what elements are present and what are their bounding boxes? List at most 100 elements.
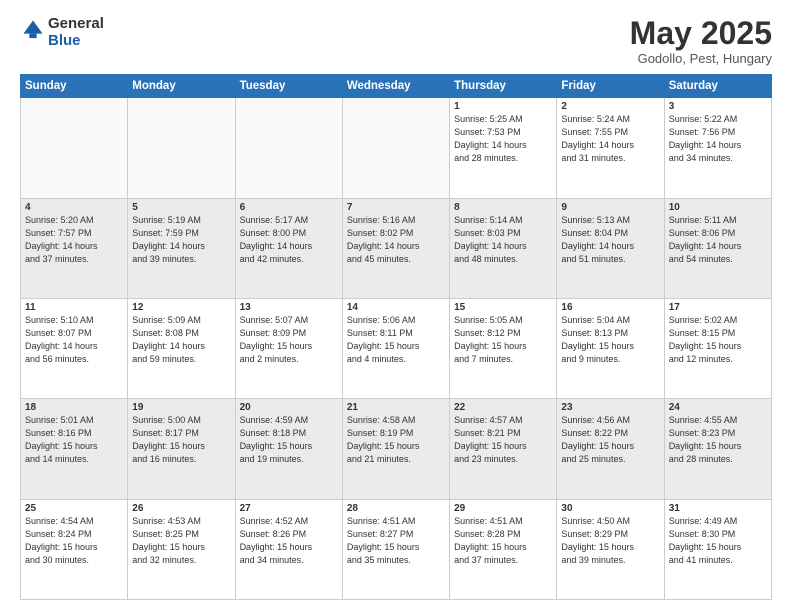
table-row: 26Sunrise: 4:53 AMSunset: 8:25 PMDayligh…	[128, 499, 235, 599]
day-number: 27	[240, 503, 338, 514]
day-number: 17	[669, 302, 767, 313]
table-row	[235, 98, 342, 198]
table-row	[342, 98, 449, 198]
day-info: Sunrise: 5:01 AMSunset: 8:16 PMDaylight:…	[25, 414, 123, 466]
day-info: Sunrise: 4:52 AMSunset: 8:26 PMDaylight:…	[240, 515, 338, 567]
day-info: Sunrise: 4:50 AMSunset: 8:29 PMDaylight:…	[561, 515, 659, 567]
day-number: 30	[561, 503, 659, 514]
title-block: May 2025 Godollo, Pest, Hungary	[630, 16, 772, 66]
table-row: 7Sunrise: 5:16 AMSunset: 8:02 PMDaylight…	[342, 198, 449, 298]
table-row: 13Sunrise: 5:07 AMSunset: 8:09 PMDayligh…	[235, 298, 342, 398]
day-number: 14	[347, 302, 445, 313]
day-number: 22	[454, 402, 552, 413]
calendar-week-row: 4Sunrise: 5:20 AMSunset: 7:57 PMDaylight…	[21, 198, 772, 298]
table-row: 18Sunrise: 5:01 AMSunset: 8:16 PMDayligh…	[21, 399, 128, 499]
day-info: Sunrise: 4:57 AMSunset: 8:21 PMDaylight:…	[454, 414, 552, 466]
table-row	[128, 98, 235, 198]
day-info: Sunrise: 4:49 AMSunset: 8:30 PMDaylight:…	[669, 515, 767, 567]
col-thursday: Thursday	[450, 75, 557, 98]
day-info: Sunrise: 5:13 AMSunset: 8:04 PMDaylight:…	[561, 214, 659, 266]
day-info: Sunrise: 4:53 AMSunset: 8:25 PMDaylight:…	[132, 515, 230, 567]
table-row: 12Sunrise: 5:09 AMSunset: 8:08 PMDayligh…	[128, 298, 235, 398]
day-info: Sunrise: 5:16 AMSunset: 8:02 PMDaylight:…	[347, 214, 445, 266]
table-row: 27Sunrise: 4:52 AMSunset: 8:26 PMDayligh…	[235, 499, 342, 599]
day-info: Sunrise: 5:10 AMSunset: 8:07 PMDaylight:…	[25, 314, 123, 366]
calendar-week-row: 25Sunrise: 4:54 AMSunset: 8:24 PMDayligh…	[21, 499, 772, 599]
table-row: 22Sunrise: 4:57 AMSunset: 8:21 PMDayligh…	[450, 399, 557, 499]
table-row: 20Sunrise: 4:59 AMSunset: 8:18 PMDayligh…	[235, 399, 342, 499]
day-number: 6	[240, 202, 338, 213]
table-row: 28Sunrise: 4:51 AMSunset: 8:27 PMDayligh…	[342, 499, 449, 599]
table-row: 8Sunrise: 5:14 AMSunset: 8:03 PMDaylight…	[450, 198, 557, 298]
table-row: 29Sunrise: 4:51 AMSunset: 8:28 PMDayligh…	[450, 499, 557, 599]
day-number: 13	[240, 302, 338, 313]
col-monday: Monday	[128, 75, 235, 98]
day-info: Sunrise: 5:22 AMSunset: 7:56 PMDaylight:…	[669, 113, 767, 165]
table-row: 15Sunrise: 5:05 AMSunset: 8:12 PMDayligh…	[450, 298, 557, 398]
day-info: Sunrise: 4:51 AMSunset: 8:28 PMDaylight:…	[454, 515, 552, 567]
table-row: 6Sunrise: 5:17 AMSunset: 8:00 PMDaylight…	[235, 198, 342, 298]
day-number: 11	[25, 302, 123, 313]
day-number: 8	[454, 202, 552, 213]
day-number: 9	[561, 202, 659, 213]
table-row: 16Sunrise: 5:04 AMSunset: 8:13 PMDayligh…	[557, 298, 664, 398]
logo-general-text: General	[48, 16, 104, 33]
header: General Blue May 2025 Godollo, Pest, Hun…	[20, 16, 772, 66]
logo-blue-text: Blue	[48, 33, 104, 50]
day-number: 3	[669, 101, 767, 112]
day-number: 18	[25, 402, 123, 413]
day-info: Sunrise: 5:25 AMSunset: 7:53 PMDaylight:…	[454, 113, 552, 165]
day-info: Sunrise: 4:58 AMSunset: 8:19 PMDaylight:…	[347, 414, 445, 466]
day-info: Sunrise: 5:14 AMSunset: 8:03 PMDaylight:…	[454, 214, 552, 266]
col-tuesday: Tuesday	[235, 75, 342, 98]
day-info: Sunrise: 4:51 AMSunset: 8:27 PMDaylight:…	[347, 515, 445, 567]
day-info: Sunrise: 4:56 AMSunset: 8:22 PMDaylight:…	[561, 414, 659, 466]
table-row: 31Sunrise: 4:49 AMSunset: 8:30 PMDayligh…	[664, 499, 771, 599]
day-info: Sunrise: 5:19 AMSunset: 7:59 PMDaylight:…	[132, 214, 230, 266]
day-number: 31	[669, 503, 767, 514]
table-row: 21Sunrise: 4:58 AMSunset: 8:19 PMDayligh…	[342, 399, 449, 499]
day-info: Sunrise: 5:09 AMSunset: 8:08 PMDaylight:…	[132, 314, 230, 366]
table-row: 5Sunrise: 5:19 AMSunset: 7:59 PMDaylight…	[128, 198, 235, 298]
day-info: Sunrise: 5:24 AMSunset: 7:55 PMDaylight:…	[561, 113, 659, 165]
table-row: 17Sunrise: 5:02 AMSunset: 8:15 PMDayligh…	[664, 298, 771, 398]
calendar-header-row: Sunday Monday Tuesday Wednesday Thursday…	[21, 75, 772, 98]
day-info: Sunrise: 5:00 AMSunset: 8:17 PMDaylight:…	[132, 414, 230, 466]
table-row: 19Sunrise: 5:00 AMSunset: 8:17 PMDayligh…	[128, 399, 235, 499]
table-row: 10Sunrise: 5:11 AMSunset: 8:06 PMDayligh…	[664, 198, 771, 298]
day-number: 20	[240, 402, 338, 413]
table-row: 30Sunrise: 4:50 AMSunset: 8:29 PMDayligh…	[557, 499, 664, 599]
table-row: 3Sunrise: 5:22 AMSunset: 7:56 PMDaylight…	[664, 98, 771, 198]
day-info: Sunrise: 5:11 AMSunset: 8:06 PMDaylight:…	[669, 214, 767, 266]
day-number: 28	[347, 503, 445, 514]
day-info: Sunrise: 5:04 AMSunset: 8:13 PMDaylight:…	[561, 314, 659, 366]
title-month: May 2025	[630, 16, 772, 51]
table-row	[21, 98, 128, 198]
day-info: Sunrise: 5:20 AMSunset: 7:57 PMDaylight:…	[25, 214, 123, 266]
calendar-week-row: 11Sunrise: 5:10 AMSunset: 8:07 PMDayligh…	[21, 298, 772, 398]
day-info: Sunrise: 5:06 AMSunset: 8:11 PMDaylight:…	[347, 314, 445, 366]
col-saturday: Saturday	[664, 75, 771, 98]
day-info: Sunrise: 5:05 AMSunset: 8:12 PMDaylight:…	[454, 314, 552, 366]
table-row: 1Sunrise: 5:25 AMSunset: 7:53 PMDaylight…	[450, 98, 557, 198]
day-number: 2	[561, 101, 659, 112]
day-number: 7	[347, 202, 445, 213]
calendar-week-row: 18Sunrise: 5:01 AMSunset: 8:16 PMDayligh…	[21, 399, 772, 499]
table-row: 14Sunrise: 5:06 AMSunset: 8:11 PMDayligh…	[342, 298, 449, 398]
day-number: 4	[25, 202, 123, 213]
day-number: 23	[561, 402, 659, 413]
day-number: 25	[25, 503, 123, 514]
table-row: 23Sunrise: 4:56 AMSunset: 8:22 PMDayligh…	[557, 399, 664, 499]
col-sunday: Sunday	[21, 75, 128, 98]
day-info: Sunrise: 5:17 AMSunset: 8:00 PMDaylight:…	[240, 214, 338, 266]
day-info: Sunrise: 4:54 AMSunset: 8:24 PMDaylight:…	[25, 515, 123, 567]
col-friday: Friday	[557, 75, 664, 98]
day-number: 16	[561, 302, 659, 313]
table-row: 9Sunrise: 5:13 AMSunset: 8:04 PMDaylight…	[557, 198, 664, 298]
page: General Blue May 2025 Godollo, Pest, Hun…	[0, 0, 792, 612]
day-number: 5	[132, 202, 230, 213]
day-number: 12	[132, 302, 230, 313]
day-number: 26	[132, 503, 230, 514]
day-number: 24	[669, 402, 767, 413]
day-info: Sunrise: 4:59 AMSunset: 8:18 PMDaylight:…	[240, 414, 338, 466]
